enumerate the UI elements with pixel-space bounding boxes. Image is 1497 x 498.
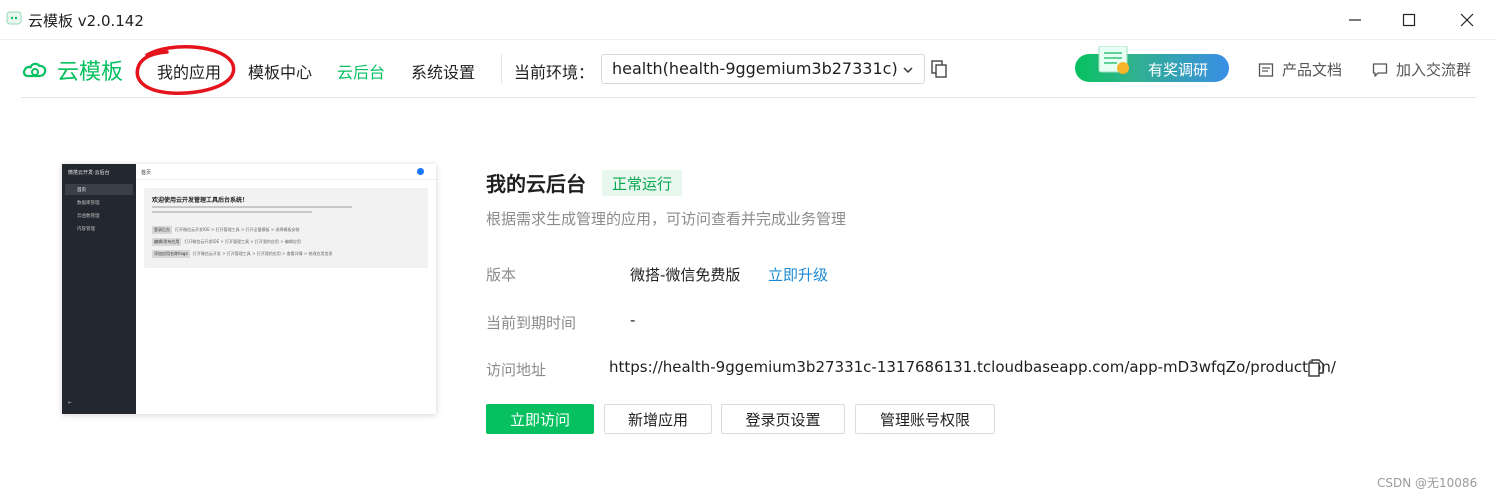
- url-label: 访问地址: [486, 361, 547, 379]
- preview-step: 添加应用名称/logo 打开微信云开发 > 打开管理工具 > 打开我的应用 > …: [152, 250, 332, 258]
- preview-description-lines: [152, 206, 352, 218]
- app-logo-icon: [6, 11, 22, 25]
- chevron-down-icon: [903, 67, 913, 74]
- expire-value: -: [630, 311, 636, 329]
- preview-step-tag: 编辑/发布应用: [152, 238, 182, 246]
- collapse-icon: ⇤: [68, 400, 73, 406]
- nav-system-settings[interactable]: 系统设置: [411, 59, 475, 83]
- window-title: 云模板 v2.0.142: [28, 12, 144, 30]
- version-label: 版本: [486, 266, 517, 284]
- brand-name: 云模板: [57, 60, 124, 85]
- app-preview-thumbnail: 微搭云开发·云后台 首页 数据库管理 云函数管理 内容管理 ⇤ 首页 欢迎使用云…: [62, 164, 436, 414]
- maximize-button[interactable]: [1386, 4, 1432, 36]
- env-select-value: health(health-9ggemium3b27331c): [612, 59, 898, 78]
- title-bar: 云模板 v2.0.142: [0, 0, 1497, 40]
- preview-sidebar-item: 云函数管理: [77, 214, 100, 219]
- survey-label: 有奖调研: [1148, 61, 1209, 79]
- preview-sidebar: 微搭云开发·云后台 首页 数据库管理 云函数管理 内容管理 ⇤: [62, 164, 136, 414]
- preview-welcome-card: 欢迎使用云开发管理工具后台系统！ 登录后台 打开微信云开发IDE > 打开管理工…: [144, 188, 428, 268]
- minimize-icon: [1349, 19, 1361, 21]
- preview-step: 登录后台 打开微信云开发IDE > 打开管理工具 > 打开全量模板 > 选择模板…: [152, 226, 299, 234]
- cloud-logo-icon: [22, 62, 47, 78]
- access-url[interactable]: https://health-9ggemium3b27331c-13176861…: [609, 358, 1336, 376]
- close-icon: [1460, 13, 1474, 27]
- preview-breadcrumb: 首页: [141, 170, 152, 176]
- upgrade-link[interactable]: 立即升级: [768, 264, 828, 285]
- preview-step: 编辑/发布应用 打开微信云开发IDE > 打开管理工具 > 打开我的应用 > 编…: [152, 238, 301, 246]
- copy-icon[interactable]: [931, 60, 947, 78]
- nav-template-center[interactable]: 模板中心: [248, 59, 312, 83]
- survey-paper-icon: [1098, 46, 1129, 74]
- preview-welcome-text: 欢迎使用云开发管理工具后台系统！: [152, 197, 249, 204]
- minimize-button[interactable]: [1332, 4, 1378, 36]
- preview-step-text: 打开微信云开发 > 打开管理工具 > 打开我的应用 > 查看详情 > 修改应用信…: [192, 251, 333, 256]
- join-group-label: 加入交流群: [1396, 61, 1472, 79]
- document-icon: [1258, 62, 1274, 77]
- product-docs-link[interactable]: 产品文档: [1258, 59, 1342, 80]
- join-group-link[interactable]: 加入交流群: [1372, 59, 1471, 80]
- preview-avatar: [417, 168, 424, 175]
- watermark: CSDN @无10086: [1377, 476, 1478, 490]
- nav-cloud-backend[interactable]: 云后台: [337, 59, 385, 83]
- status-badge: 正常运行: [602, 170, 683, 196]
- env-select[interactable]: health(health-9ggemium3b27331c): [601, 54, 925, 84]
- admin-permissions-button[interactable]: 管理账号权限: [855, 404, 995, 434]
- nav-divider: [501, 54, 502, 84]
- brand-logo[interactable]: 云模板: [21, 54, 123, 86]
- app-title: 我的云后台: [486, 172, 586, 196]
- survey-button[interactable]: 有奖调研: [1075, 46, 1229, 82]
- add-app-button[interactable]: 新增应用: [604, 404, 712, 434]
- visit-button[interactable]: 立即访问: [486, 404, 594, 434]
- preview-step-text: 打开微信云开发IDE > 打开管理工具 > 打开我的应用 > 编辑应用: [184, 239, 301, 244]
- login-settings-button[interactable]: 登录页设置: [721, 404, 845, 434]
- preview-step-tag: 添加应用名称/logo: [152, 250, 190, 258]
- maximize-icon: [1402, 13, 1416, 27]
- preview-topbar: 首页: [136, 164, 436, 180]
- preview-sidebar-title: 微搭云开发·云后台: [68, 170, 110, 176]
- preview-sidebar-item: 内容管理: [77, 227, 95, 232]
- top-nav: 云模板 我的应用 模板中心 云后台 系统设置 当前环境： health(heal…: [21, 40, 1476, 98]
- preview-step-tag: 登录后台: [152, 226, 172, 234]
- product-docs-label: 产品文档: [1282, 61, 1343, 79]
- nav-my-apps[interactable]: 我的应用: [157, 59, 221, 83]
- close-button[interactable]: [1444, 4, 1490, 36]
- chat-icon: [1372, 62, 1388, 77]
- expire-label: 当前到期时间: [486, 314, 577, 332]
- preview-step-text: 打开微信云开发IDE > 打开管理工具 > 打开全量模板 > 选择模板安装: [175, 227, 300, 232]
- app-description: 根据需求生成管理的应用，可访问查看并完成业务管理: [486, 210, 847, 228]
- preview-sidebar-item: 首页: [65, 184, 133, 195]
- env-label: 当前环境：: [514, 63, 595, 82]
- preview-sidebar-item: 数据库管理: [77, 201, 100, 206]
- copy-icon[interactable]: [1308, 359, 1324, 377]
- version-value: 微搭-微信免费版: [630, 266, 741, 284]
